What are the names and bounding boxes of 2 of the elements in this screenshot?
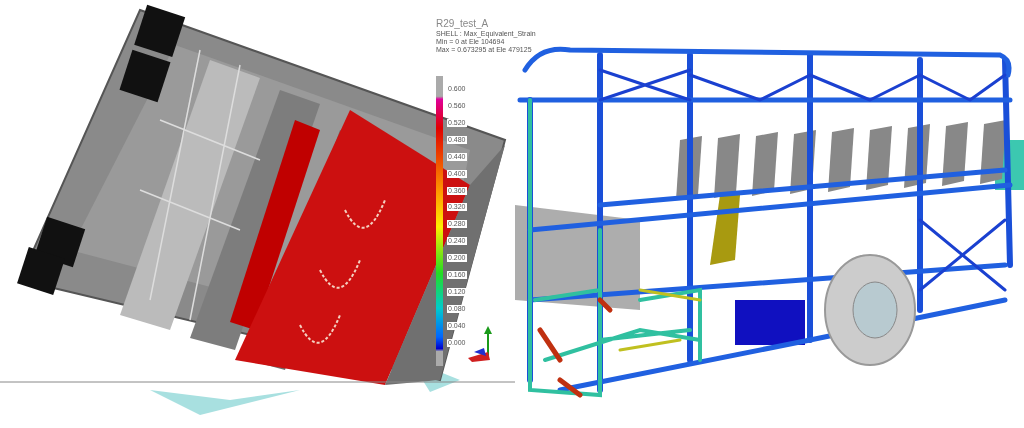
plot-title: R29_test_A — [436, 18, 490, 29]
axis-triad-icon — [468, 326, 492, 362]
